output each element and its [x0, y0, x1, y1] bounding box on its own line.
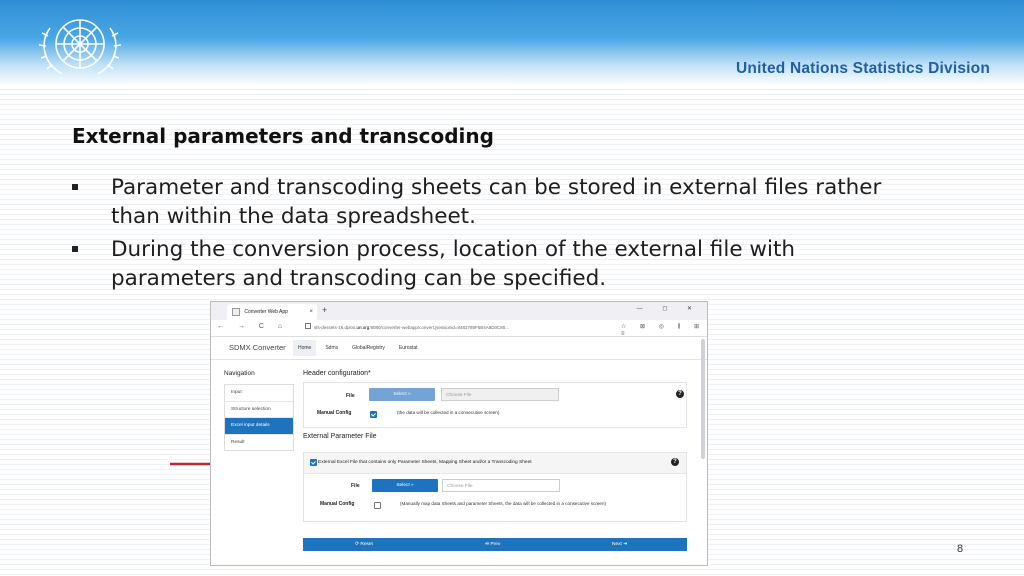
header-banner: United Nations Statistics Division [0, 0, 1024, 86]
external-parameter-title: External Parameter File [303, 433, 377, 440]
header-select-button[interactable]: Select » [369, 388, 435, 401]
browser-nav-bar: ← → C ⌂ sfs-dessets-16.dplos.un.org:8080… [211, 320, 707, 337]
header-config-panel: File Select » Choose File ? Manual Confi… [303, 382, 687, 428]
bullet-item: During the conversion process, location … [72, 235, 892, 293]
browser-nav-buttons[interactable]: ← → C ⌂ [217, 323, 288, 330]
app-brand[interactable]: SDMX Converter [229, 343, 286, 352]
nav-globalregistry[interactable]: GlobalRegistry [347, 340, 390, 356]
bullet-item: Parameter and transcoding sheets can be … [72, 173, 892, 231]
navigation-heading: Navigation [224, 370, 255, 377]
tab-favicon-icon [232, 307, 240, 316]
external-file-label: External Excel File that contains only P… [318, 460, 532, 465]
bullet-text: During the conversion process, location … [111, 237, 796, 291]
app-nav: Home Sdmx GlobalRegistry Eurostat [293, 340, 427, 356]
next-button[interactable]: Next ➜ [612, 538, 627, 551]
url-suffix: :8080/converter-webapp/convert;jsessioni… [369, 325, 510, 330]
bullet-text: Parameter and transcoding sheets can be … [111, 175, 882, 229]
sidebar-item-result[interactable]: Result [225, 433, 293, 450]
lock-icon [305, 323, 311, 329]
external-choose-file-input[interactable]: Choose File [442, 479, 560, 492]
header-manual-config-checkbox[interactable] [370, 411, 377, 418]
new-tab-icon[interactable]: + [322, 305, 327, 315]
sidebar-item-input[interactable]: Input [225, 385, 293, 401]
manual-config-label: Manual Config [320, 501, 355, 507]
page-number: 8 [957, 543, 964, 555]
browser-tab-bar: Converter Web App × + — ◻ ✕ [211, 302, 707, 320]
tab-close-icon[interactable]: × [309, 304, 313, 320]
header-choose-file-input[interactable]: Choose File [441, 388, 559, 401]
external-file-checkbox[interactable] [310, 459, 317, 466]
manual-config-label: Manual Config [317, 410, 352, 416]
browser-window: Converter Web App × + — ◻ ✕ ← → C ⌂ sfs-… [210, 301, 708, 566]
help-icon[interactable]: ? [676, 390, 684, 398]
reset-button[interactable]: ⟳ Reset [355, 538, 373, 551]
prev-button[interactable]: ⇚ Prev [485, 538, 500, 551]
nav-home[interactable]: Home [293, 340, 317, 356]
nav-eurostat[interactable]: Eurostat [394, 340, 423, 356]
slide-title: External parameters and transcoding [72, 124, 494, 148]
organization-name: United Nations Statistics Division [736, 60, 990, 77]
app-header: SDMX Converter Home Sdmx GlobalRegistry Eur… [211, 337, 707, 360]
sidebar-item-structure-selection[interactable]: Structure selection [225, 400, 293, 417]
manual-config-note: (the data will be collected in a consecu… [397, 410, 500, 415]
url-prefix: sfs-dessets-16.dplos. [314, 325, 357, 330]
scrollbar[interactable] [701, 339, 705, 459]
help-icon[interactable]: ? [671, 458, 679, 466]
manual-config-note: (Manually map data Sheets and parameter … [400, 501, 607, 506]
tab-title: Converter Web App [244, 309, 288, 315]
file-label: File [346, 393, 355, 399]
external-parameter-panel: External Excel File that contains only P… [303, 452, 687, 522]
navigation-list: Input Structure selection Excel input de… [224, 384, 294, 451]
bullet-marker-icon [72, 246, 78, 252]
url-domain: un.org [356, 325, 370, 330]
browser-toolbar-icons[interactable]: ☆ ⊠ ◎ ⫼ ⊞ ≡ [621, 323, 707, 337]
window-controls[interactable]: — ◻ ✕ [637, 305, 701, 312]
wizard-button-bar: ⟳ Reset ⇚ Prev Next ➜ [303, 538, 687, 551]
external-select-button[interactable]: Select » [372, 479, 438, 492]
bullet-marker-icon [72, 184, 78, 190]
file-label: File [351, 483, 360, 489]
browser-tab[interactable]: Converter Web App × [227, 304, 317, 320]
nav-sdmx[interactable]: Sdmx [320, 340, 343, 356]
external-manual-config-checkbox[interactable] [374, 502, 381, 509]
sidebar-item-excel-input-details[interactable]: Excel input details [225, 417, 293, 434]
un-emblem-icon [38, 19, 122, 75]
external-checkbox-row: External Excel File that contains only P… [304, 453, 686, 474]
header-config-title: Header configuration* [303, 370, 371, 377]
address-bar[interactable]: sfs-dessets-16.dplos.un.org:8080/convert… [305, 323, 575, 333]
